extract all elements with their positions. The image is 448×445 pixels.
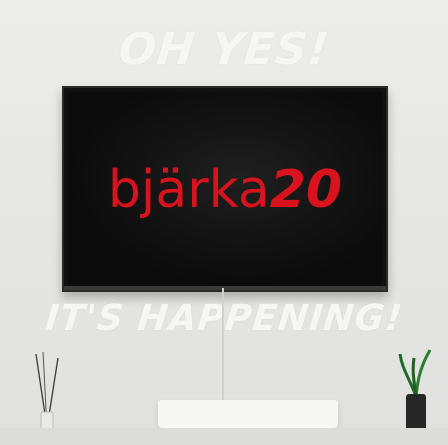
tv-brand-number: 20 <box>269 160 343 220</box>
reed-diffuser-icon <box>35 351 59 430</box>
tv-screen: bjärka20 <box>68 92 382 286</box>
product-photo-scene: OH YES! bjärka20 IT'S HAPPENING! <box>0 0 448 445</box>
wall-mounted-tv: bjärka20 <box>62 86 388 292</box>
tv-brand-logo: bjärka20 <box>68 160 382 220</box>
plant-pot-icon <box>398 349 432 434</box>
tv-brand-text: bjärka <box>107 160 270 220</box>
headline-bottom: IT'S HAPPENING! <box>43 298 405 339</box>
headline-top: OH YES! <box>116 24 332 75</box>
media-console <box>158 400 338 428</box>
tv-bezel-bottom <box>64 286 386 290</box>
tabletop <box>0 428 448 445</box>
